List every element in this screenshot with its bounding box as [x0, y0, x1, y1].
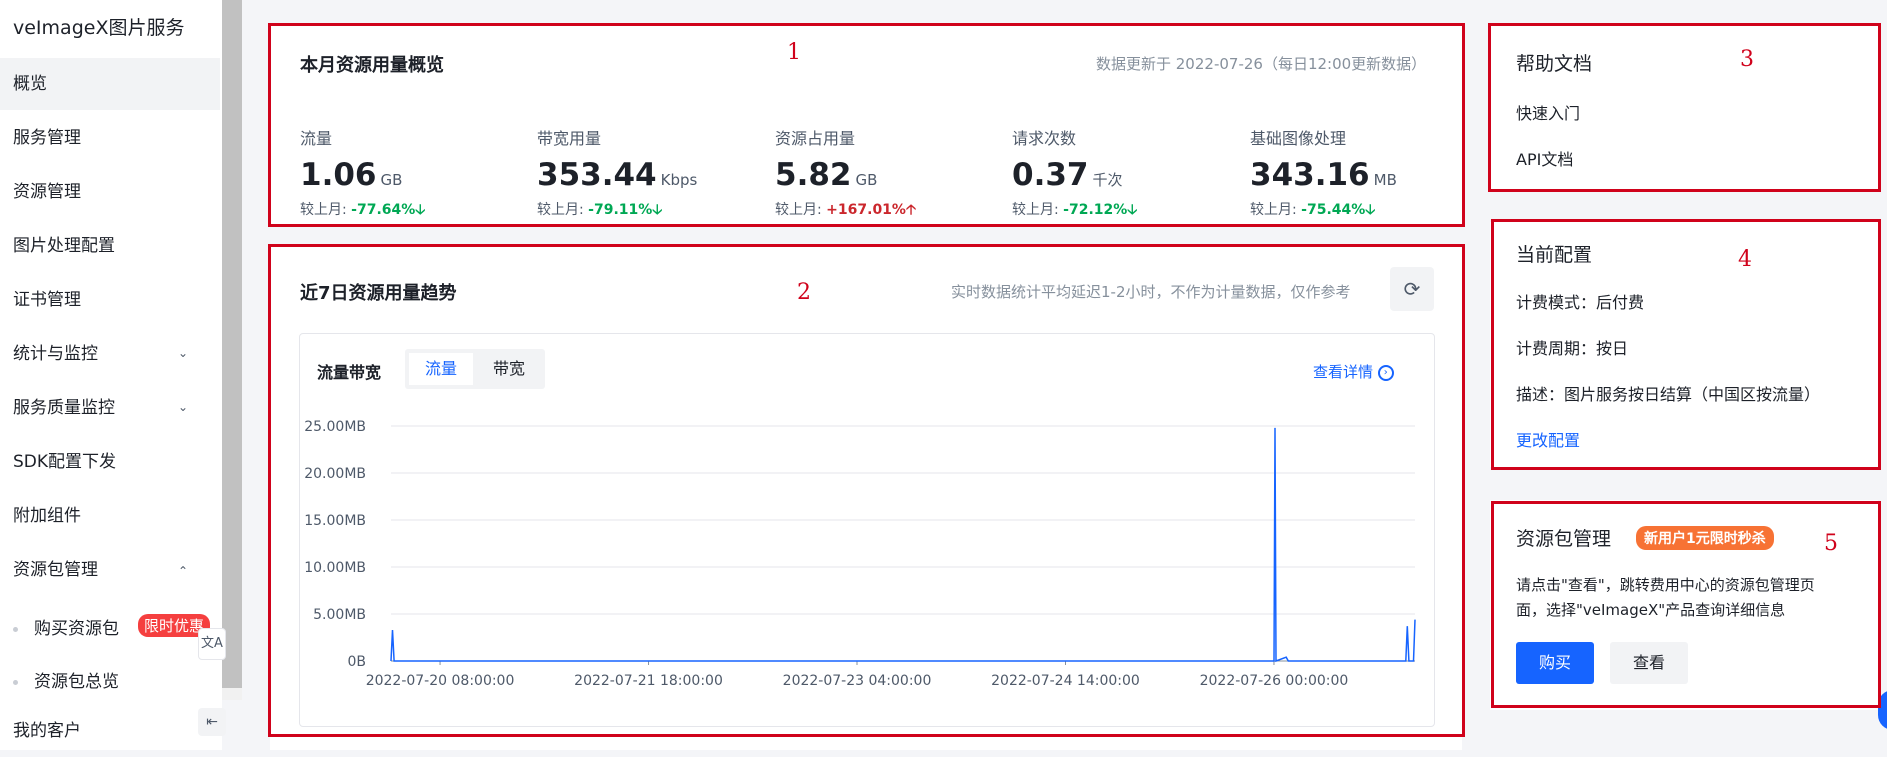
compare-label: 较上月:: [300, 202, 347, 218]
chevron-down-icon[interactable]: ⌄: [178, 346, 188, 360]
new-user-promo-tag: 新用户1元限时秒杀: [1636, 526, 1774, 550]
metric-label: 基础图像处理: [1250, 129, 1347, 148]
metric-unit: 千次: [1092, 171, 1123, 189]
metric-value: 343.16: [1250, 157, 1370, 193]
traffic-series-line: [390, 427, 1416, 663]
y-tick-label: 0B: [347, 654, 366, 670]
bullet-icon: [13, 679, 18, 685]
compare-label: 较上月:: [1012, 202, 1059, 218]
metric-change: -79.11%: [588, 202, 653, 218]
compare-label: 较上月:: [1250, 202, 1297, 218]
sidebar-subitem-label: 购买资源包: [34, 619, 119, 639]
metric-unit: GB: [380, 171, 403, 189]
sidebar-scrollbar-thumb[interactable]: [222, 0, 242, 688]
metric-value: 5.82: [775, 157, 852, 193]
metric-unit: MB: [1373, 171, 1397, 189]
package-text-line2: 面，选择"veImageX"产品查询详细信息: [1516, 601, 1786, 619]
metric-unit: Kbps: [660, 171, 698, 189]
metric-traffic: 流量 1.06 GB 较上月: -77.64%🡣: [300, 125, 530, 223]
annotation-number-3: 3: [1740, 47, 1754, 72]
arrow-down-icon: 🡣: [652, 202, 663, 218]
overview-card: 本月资源用量概览 数据更新于 2022-07-26（每日12:00更新数据） 流…: [270, 25, 1462, 225]
arrow-down-icon: 🡣: [1127, 202, 1138, 218]
metric-label: 资源占用量: [775, 129, 856, 148]
chevron-down-icon[interactable]: ⌄: [178, 400, 188, 414]
arrow-up-icon: 🡡: [905, 202, 917, 218]
metric-change: -77.64%: [351, 202, 416, 218]
chart-panel: 流量带宽 流量 带宽 查看详情 › 0B 5.00MB 10.00MB 15.00MB…: [299, 333, 1435, 727]
metric-label: 带宽用量: [537, 129, 602, 148]
traffic-chart: 0B 5.00MB 10.00MB 15.00MB 20.00MB 25.00MB 2022…: [304, 419, 1416, 689]
sidebar-subitem-package-overview[interactable]: 资源包总览: [13, 667, 119, 692]
sidebar-item-service-management[interactable]: 服务管理: [0, 112, 220, 164]
metric-value: 1.06: [300, 157, 377, 193]
annotation-number-5: 5: [1824, 531, 1838, 556]
y-tick-label: 20.00MB: [304, 466, 366, 482]
change-config-link[interactable]: 更改配置: [1516, 427, 1580, 451]
x-tick-label: 2022-07-24 14:00:00: [991, 673, 1140, 689]
trend-note: 实时数据统计平均延迟1-2小时，不作为计量数据，仅作参考: [951, 283, 1351, 301]
sidebar-item-image-processing[interactable]: 图片处理配置: [0, 220, 220, 272]
sidebar-item-overview[interactable]: 概览: [0, 58, 220, 110]
metric-storage: 资源占用量 5.82 GB 较上月: +167.01%🡡: [775, 125, 1005, 223]
sidebar-item-addons[interactable]: 附加组件: [0, 490, 220, 542]
refresh-icon[interactable]: ⟳: [1390, 267, 1434, 311]
y-tick-label: 10.00MB: [304, 560, 366, 576]
metric-label: 流量: [300, 129, 333, 148]
api-docs-link[interactable]: API文档: [1516, 146, 1573, 170]
bullet-icon: [13, 626, 18, 632]
help-title: 帮助文档: [1516, 53, 1593, 75]
config-title: 当前配置: [1516, 244, 1593, 266]
metric-image-processing: 基础图像处理 343.16 MB 较上月: -75.44%🡣: [1250, 125, 1480, 223]
metric-label: 请求次数: [1012, 129, 1077, 148]
sidebar-subitem-label: 资源包总览: [34, 672, 119, 692]
trend-title: 近7日资源用量趋势: [300, 283, 457, 304]
metric-bandwidth: 带宽用量 353.44 Kbps 较上月: -79.11%🡣: [537, 125, 767, 223]
compare-label: 较上月:: [775, 202, 822, 218]
annotation-number-2: 2: [797, 280, 811, 305]
sidebar-item-my-customers[interactable]: 我的客户: [0, 705, 220, 757]
metric-unit: GB: [855, 171, 878, 189]
metric-change: -72.12%: [1063, 202, 1128, 218]
collapse-sidebar-icon[interactable]: ⇤: [198, 708, 226, 736]
overview-updated-note: 数据更新于 2022-07-26（每日12:00更新数据）: [1096, 55, 1427, 73]
package-text-line1: 请点击"查看"，跳转费用中心的资源包管理页: [1516, 576, 1815, 594]
metric-change: +167.01%: [826, 202, 906, 218]
metric-value: 0.37: [1012, 157, 1089, 193]
billing-mode: 计费模式：后付费: [1516, 293, 1645, 312]
x-tick-label: 2022-07-21 18:00:00: [574, 673, 723, 689]
metric-requests: 请求次数 0.37 千次 较上月: -72.12%🡣: [1012, 125, 1242, 223]
help-card: 帮助文档 快速入门 API文档: [1490, 25, 1878, 190]
sidebar-item-resource-management[interactable]: 资源管理: [0, 166, 220, 218]
overview-title: 本月资源用量概览: [300, 55, 444, 76]
sidebar-subitem-buy-package[interactable]: 购买资源包: [13, 614, 119, 639]
x-tick-label: 2022-07-23 04:00:00: [783, 673, 932, 689]
translate-icon[interactable]: 文A: [198, 628, 226, 660]
config-card: 当前配置 计费模式：后付费 计费周期：按日 描述：图片服务按日结算（中国区按流量…: [1490, 222, 1878, 467]
floating-assistant-icon[interactable]: [1878, 690, 1887, 730]
annotation-number-4: 4: [1738, 247, 1752, 272]
sidebar-item-sdk-config[interactable]: SDK配置下发: [0, 436, 220, 488]
billing-cycle: 计费周期：按日: [1516, 339, 1629, 358]
x-tick-label: 2022-07-26 00:00:00: [1200, 673, 1349, 689]
metric-change: -75.44%: [1301, 202, 1366, 218]
annotation-number-1: 1: [787, 40, 801, 65]
package-title: 资源包管理: [1516, 528, 1612, 550]
x-tick-label: 2022-07-20 08:00:00: [366, 673, 515, 689]
arrow-down-icon: 🡣: [1365, 202, 1376, 218]
y-tick-label: 5.00MB: [313, 607, 366, 623]
sidebar-item-certificates[interactable]: 证书管理: [0, 274, 220, 326]
buy-button[interactable]: 购买: [1516, 642, 1594, 684]
app-title: veImageX图片服务: [13, 17, 185, 39]
config-description: 描述：图片服务按日结算（中国区按流量）: [1516, 385, 1821, 404]
y-tick-label: 15.00MB: [304, 513, 366, 529]
chevron-up-icon[interactable]: ⌃: [178, 564, 188, 578]
view-button[interactable]: 查看: [1610, 642, 1688, 684]
compare-label: 较上月:: [537, 202, 584, 218]
y-tick-label: 25.00MB: [304, 419, 366, 435]
arrow-down-icon: 🡣: [415, 202, 426, 218]
metric-value: 353.44: [537, 157, 657, 193]
quickstart-link[interactable]: 快速入门: [1516, 100, 1580, 124]
